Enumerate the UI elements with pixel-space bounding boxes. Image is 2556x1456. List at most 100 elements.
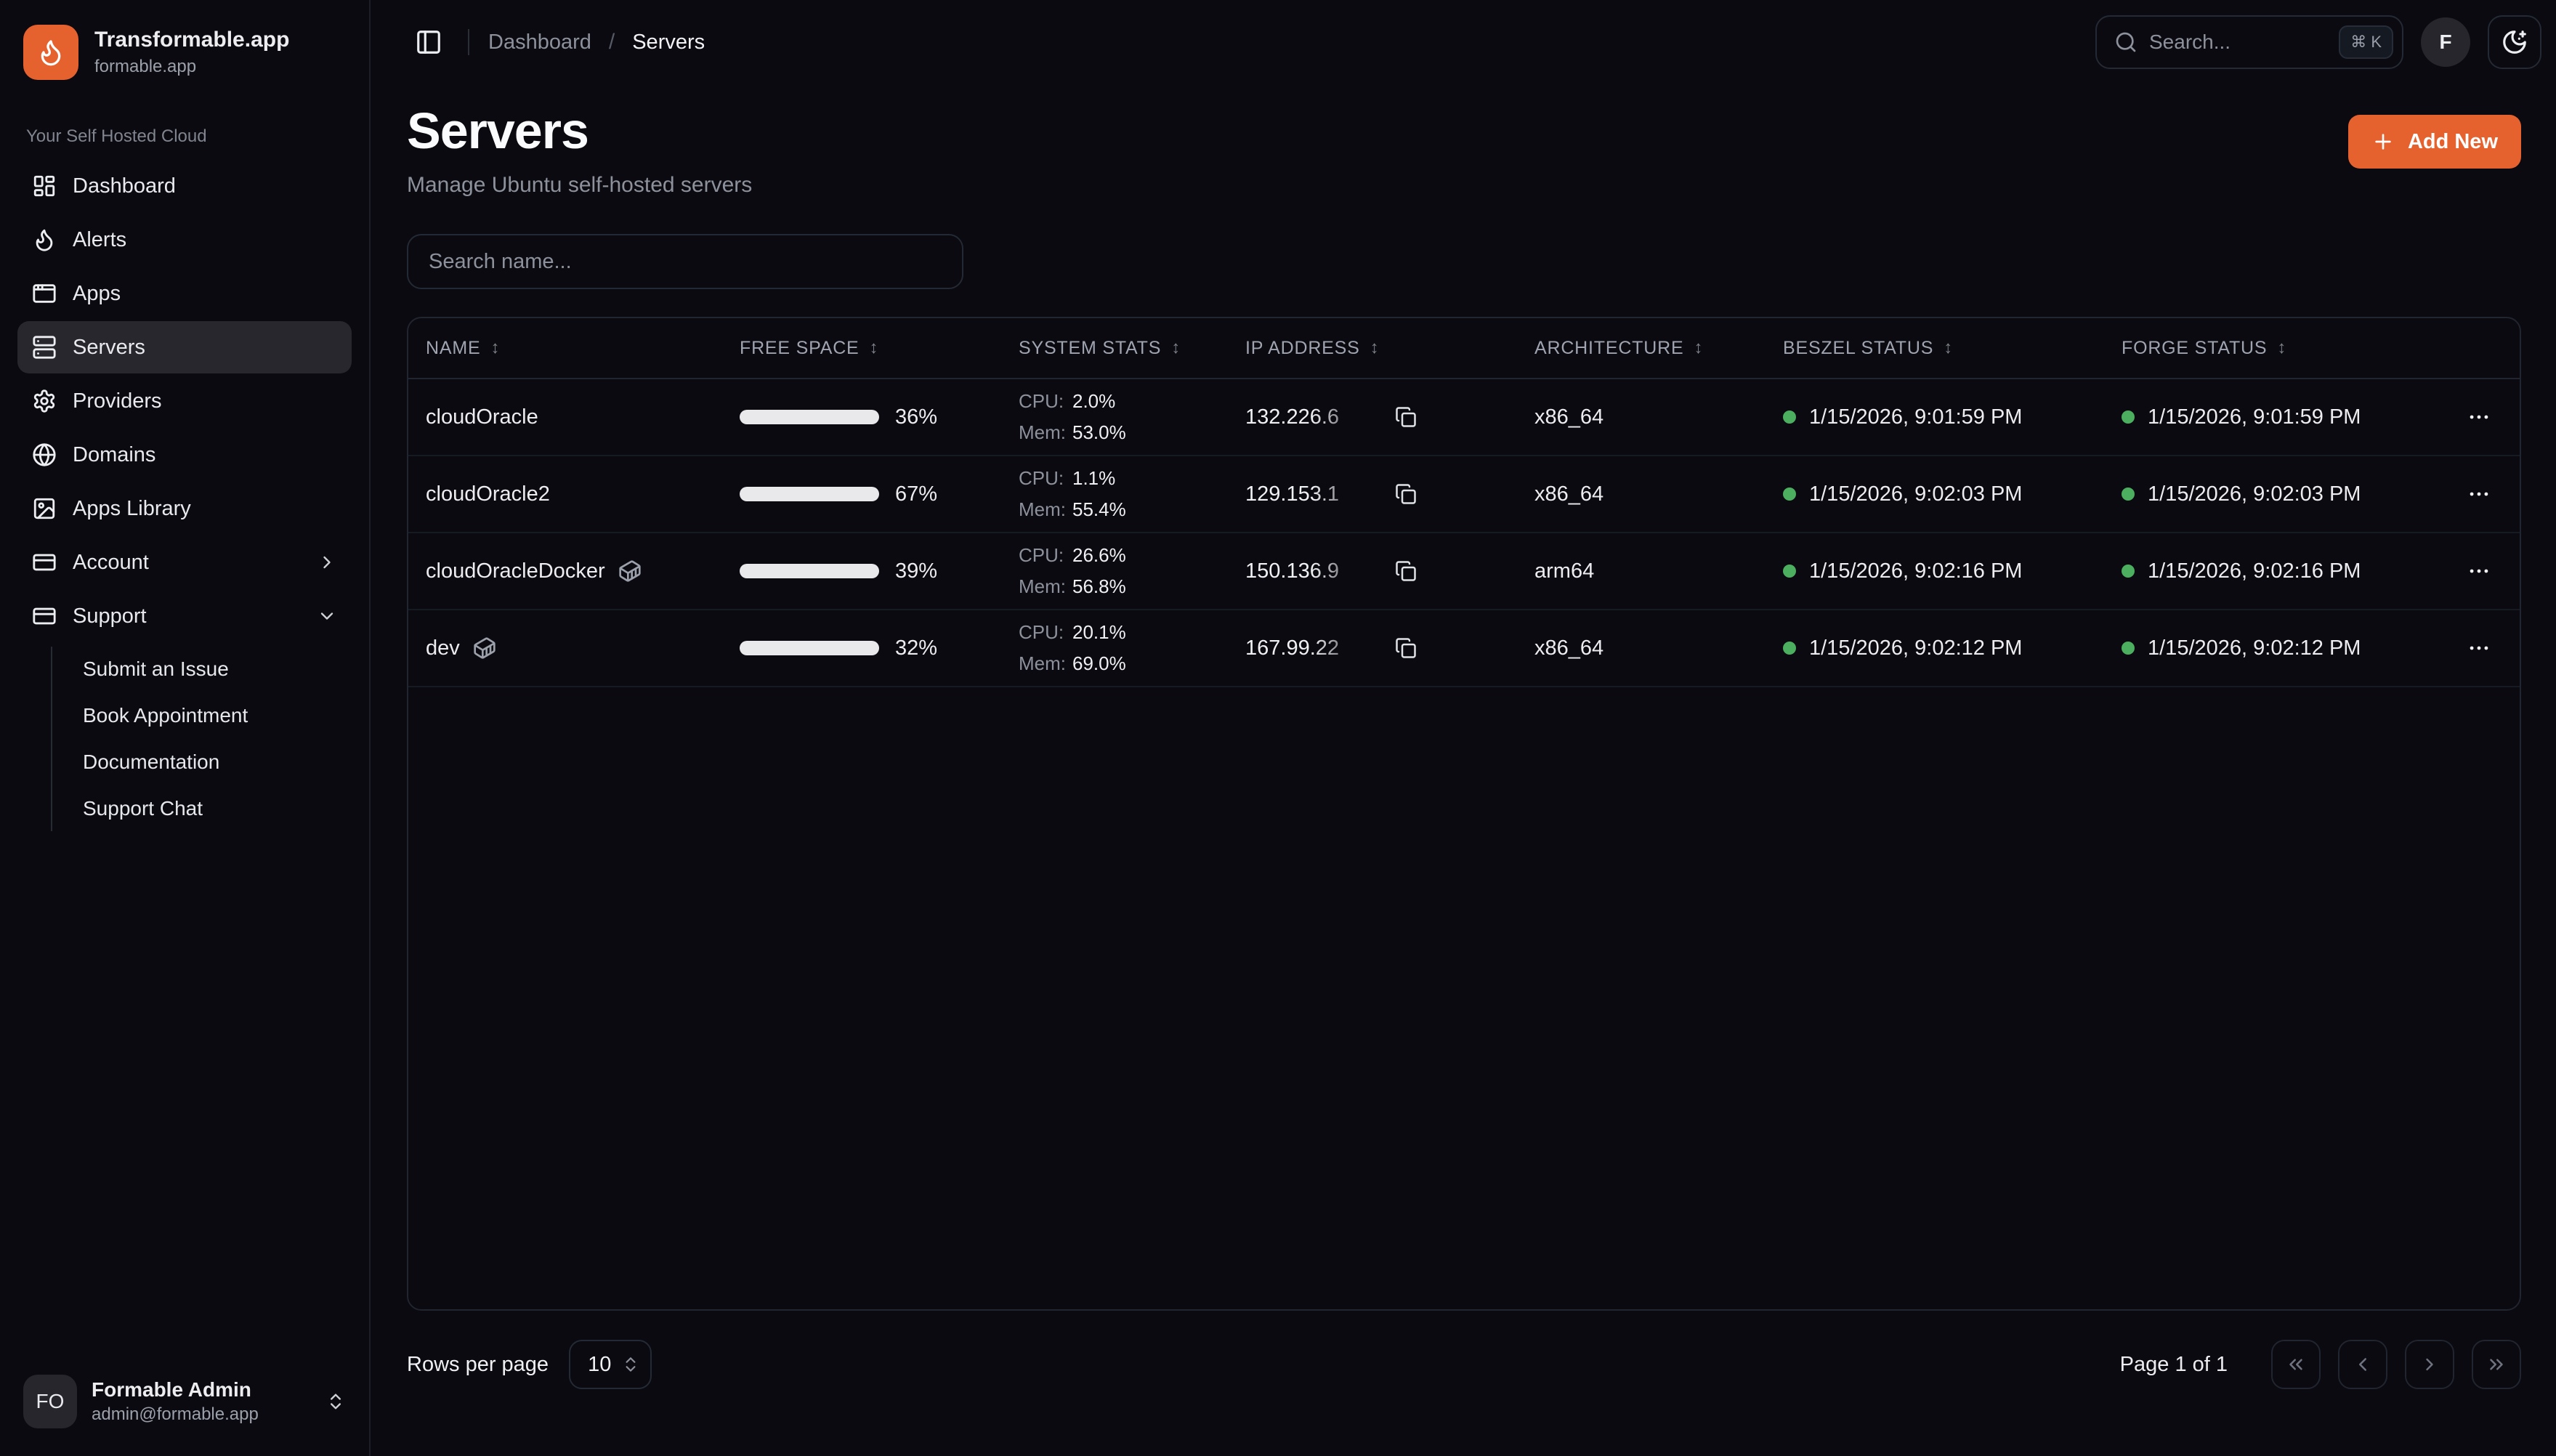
row-actions-button[interactable] (2438, 636, 2520, 660)
sidebar-item-account[interactable]: Account (17, 536, 352, 589)
status-dot-green (1783, 410, 1796, 424)
row-actions-button[interactable] (2438, 482, 2520, 506)
cell-name: cloudOracle (408, 405, 722, 429)
ellipsis-icon (2467, 405, 2491, 429)
card-icon (32, 550, 57, 575)
column-header-beszel-status[interactable]: BESZEL STATUS↕ (1766, 338, 2104, 359)
table-row-cloudoracledocker: cloudOracleDocker 39% CPU: 26.6% Mem: 56… (408, 533, 2520, 610)
cell-free-space: 39% (722, 559, 1001, 583)
table-body: cloudOracle 36% CPU: 2.0% Mem: 53.0% 132… (408, 379, 2520, 687)
subnav-item-documentation[interactable]: Documentation (74, 740, 352, 785)
column-header-ip-address[interactable]: IP ADDRESS↕ (1228, 338, 1517, 359)
mem-label: Mem: (1019, 498, 1072, 521)
prev-page-button[interactable] (2338, 1340, 2387, 1389)
breadcrumb-dashboard[interactable]: Dashboard (488, 31, 591, 54)
row-actions-button[interactable] (2438, 405, 2520, 429)
sidebar-item-domains[interactable]: Domains (17, 429, 352, 481)
column-header-name[interactable]: NAME ↕ (408, 338, 722, 359)
column-label: ARCHITECTURE (1534, 338, 1683, 359)
forge-timestamp: 1/15/2026, 9:01:59 PM (2148, 405, 2361, 429)
chevron-down-icon (317, 606, 337, 626)
sidebar-toggle-button[interactable] (408, 22, 449, 62)
sidebar-item-alerts[interactable]: Alerts (17, 214, 352, 266)
free-space-percent: 32% (895, 636, 937, 660)
cell-ip-address: 132.226.6 (1228, 405, 1517, 429)
chevron-right-icon (317, 552, 337, 573)
ellipsis-icon (2467, 559, 2491, 583)
cell-forge-status: 1/15/2026, 9:02:03 PM (2104, 482, 2438, 506)
topbar-avatar[interactable]: F (2421, 17, 2470, 67)
user-avatar: FO (23, 1375, 77, 1428)
cpu-value: 26.6% (1072, 544, 1126, 567)
sidebar-item-dashboard[interactable]: Dashboard (17, 160, 352, 212)
subnav-item-submit-an-issue[interactable]: Submit an Issue (74, 647, 352, 692)
plus-icon (2371, 130, 2395, 153)
column-label: NAME (426, 338, 480, 359)
cell-beszel-status: 1/15/2026, 9:02:12 PM (1766, 636, 2104, 660)
copy-icon (1395, 560, 1417, 582)
status-dot-green (2122, 488, 2135, 501)
copy-ip-button[interactable] (1395, 406, 1417, 428)
column-header-forge-status[interactable]: FORGE STATUS↕ (2104, 338, 2438, 359)
theme-toggle-button[interactable] (2488, 15, 2541, 69)
global-search[interactable]: ⌘ K (2095, 15, 2403, 69)
page-subtitle: Manage Ubuntu self-hosted servers (407, 173, 752, 198)
first-page-button[interactable] (2271, 1340, 2321, 1389)
free-space-percent: 39% (895, 559, 937, 583)
library-icon (32, 496, 57, 521)
copy-ip-button[interactable] (1395, 637, 1417, 659)
dashboard-icon (32, 174, 57, 198)
gear-icon (32, 389, 57, 413)
column-header-free-space[interactable]: FREE SPACE↕ (722, 338, 1001, 359)
sidebar-item-servers[interactable]: Servers (17, 321, 352, 373)
cpu-value: 2.0% (1072, 390, 1126, 413)
page-header: Servers Manage Ubuntu self-hosted server… (407, 102, 2521, 198)
copy-icon (1395, 637, 1417, 659)
breadcrumb-separator: / (609, 30, 615, 54)
cell-actions (2438, 405, 2520, 429)
topbar-right: ⌘ K F (2095, 15, 2541, 69)
sort-icon: ↕ (870, 338, 879, 358)
last-page-button[interactable] (2472, 1340, 2521, 1389)
cell-actions (2438, 559, 2520, 583)
table-row-dev: dev 32% CPU: 20.1% Mem: 69.0% 167.99.22 … (408, 610, 2520, 687)
server-name: dev (426, 636, 460, 660)
cpu-value: 1.1% (1072, 467, 1126, 490)
next-page-button[interactable] (2405, 1340, 2454, 1389)
status-dot-green (2122, 410, 2135, 424)
sidebar-item-label: Account (73, 551, 149, 575)
status-dot-green (2122, 565, 2135, 578)
ip-address: 150.136.9 (1245, 559, 1379, 583)
cell-system-stats: CPU: 26.6% Mem: 56.8% (1001, 544, 1228, 598)
sidebar-item-label: Dashboard (73, 174, 176, 198)
cell-architecture: x86_64 (1517, 636, 1766, 660)
column-header-system-stats[interactable]: SYSTEM STATS↕ (1001, 338, 1228, 359)
subnav-item-support-chat[interactable]: Support Chat (74, 786, 352, 831)
user-menu[interactable]: FO Formable Admin admin@formable.app (17, 1367, 352, 1436)
global-search-input[interactable] (2149, 31, 2327, 54)
sort-icon: ↕ (2277, 338, 2286, 358)
sort-icon: ↕ (490, 338, 500, 358)
sidebar-item-apps-library[interactable]: Apps Library (17, 482, 352, 535)
copy-ip-button[interactable] (1395, 560, 1417, 582)
row-actions-button[interactable] (2438, 559, 2520, 583)
copy-ip-button[interactable] (1395, 483, 1417, 505)
container-icon (618, 559, 642, 583)
cell-forge-status: 1/15/2026, 9:02:12 PM (2104, 636, 2438, 660)
sidebar-item-apps[interactable]: Apps (17, 267, 352, 320)
sidebar-item-support[interactable]: Support (17, 590, 352, 642)
sidebar-item-label: Apps (73, 282, 121, 306)
add-new-button[interactable]: Add New (2348, 115, 2521, 169)
cell-architecture: x86_64 (1517, 405, 1766, 429)
sidebar-item-providers[interactable]: Providers (17, 375, 352, 427)
ip-address: 167.99.22 (1245, 636, 1379, 660)
brand[interactable]: Transformable.app formable.app (17, 17, 352, 87)
sidebar-item-label: Alerts (73, 228, 126, 252)
column-header-architecture[interactable]: ARCHITECTURE↕ (1517, 338, 1766, 359)
subnav-item-book-appointment[interactable]: Book Appointment (74, 693, 352, 738)
free-space-bar (740, 410, 879, 424)
filter-name-input[interactable] (407, 234, 963, 289)
chevron-left-icon (2352, 1354, 2374, 1375)
server-icon (32, 335, 57, 360)
rows-per-page-select[interactable]: 10 (569, 1340, 652, 1389)
